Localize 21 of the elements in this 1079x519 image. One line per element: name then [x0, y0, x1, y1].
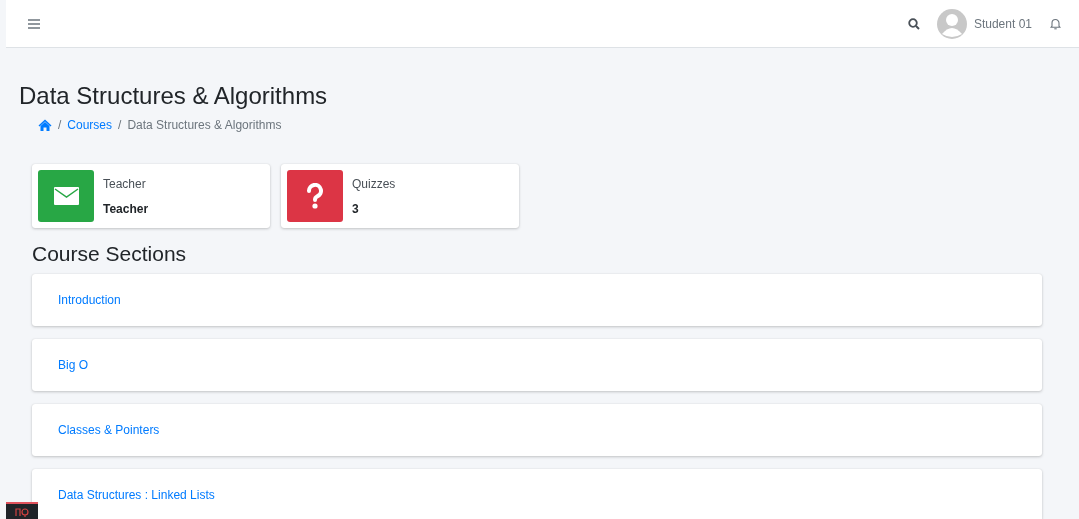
user-name: Student 01 [973, 16, 1032, 31]
info-value: 3 [352, 202, 360, 216]
envelope-icon [53, 187, 79, 205]
section-link[interactable]: Data Structures : Linked Lists [58, 488, 215, 502]
avatar-icon [935, 7, 968, 40]
user-menu[interactable]: Student 01 [935, 7, 1032, 40]
section-link[interactable]: Classes & Pointers [58, 423, 160, 437]
breadcrumb-link[interactable]: Courses [67, 118, 113, 132]
home-icon[interactable] [38, 119, 52, 131]
widget-icon[interactable] [6, 502, 38, 519]
section-link[interactable]: Introduction [58, 293, 121, 307]
info-label: Teacher [103, 177, 147, 191]
breadcrumb-current: Data Structures & Algorithms [127, 118, 282, 132]
info-label: Quizzes [352, 177, 396, 191]
breadcrumb-separator: / [58, 118, 62, 132]
breadcrumb-separator: / [118, 118, 122, 132]
question-icon [307, 183, 323, 209]
info-value: Teacher [103, 202, 149, 216]
page-title: Data Structures & Algorithms [19, 82, 329, 110]
section-heading: Course Sections [32, 242, 188, 266]
section-link[interactable]: Big O [58, 358, 88, 372]
